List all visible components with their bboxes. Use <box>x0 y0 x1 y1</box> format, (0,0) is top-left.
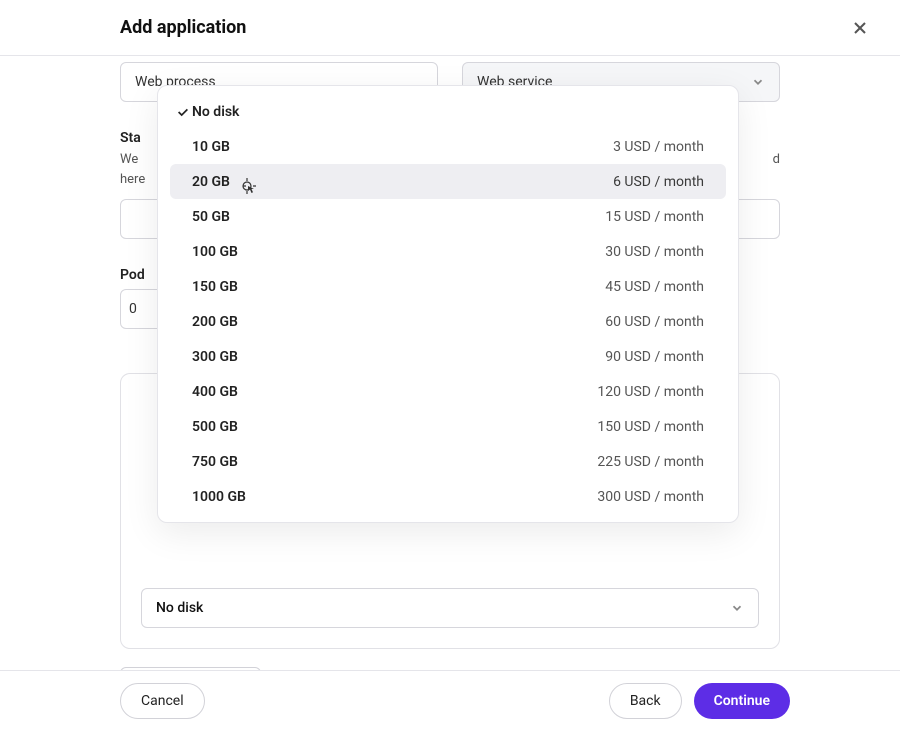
disk-option-price: 150 USD / month <box>597 419 704 435</box>
disk-option-size: 1000 GB <box>192 489 246 505</box>
disk-option-price: 90 USD / month <box>605 349 704 365</box>
disk-size-select[interactable]: No disk <box>141 588 759 628</box>
disk-option[interactable]: 10 GB 3 USD / month <box>170 129 726 164</box>
dialog-header: Add application <box>0 0 900 56</box>
disk-option-price: 120 USD / month <box>597 384 704 400</box>
continue-label: Continue <box>714 693 770 709</box>
disk-option[interactable]: 400 GB 120 USD / month <box>170 374 726 409</box>
disk-option[interactable]: 100 GB 30 USD / month <box>170 234 726 269</box>
disk-option-size: 200 GB <box>192 314 238 330</box>
disk-option[interactable]: 1000 GB 300 USD / month <box>170 479 726 514</box>
continue-button[interactable]: Continue <box>694 683 790 719</box>
disk-option-price: 3 USD / month <box>613 139 704 155</box>
chevron-down-icon <box>730 601 744 615</box>
disk-option-size: 100 GB <box>192 244 238 260</box>
disk-option[interactable]: 500 GB 150 USD / month <box>170 409 726 444</box>
disk-option-price: 45 USD / month <box>605 279 704 295</box>
disk-size-value: No disk <box>156 600 203 616</box>
disk-option-size: 20 GB <box>192 174 230 190</box>
disk-option-price: 60 USD / month <box>605 314 704 330</box>
close-button[interactable] <box>848 16 872 40</box>
disk-option[interactable]: 200 GB 60 USD / month <box>170 304 726 339</box>
disk-option-price: 15 USD / month <box>605 209 704 225</box>
disk-option-size: 50 GB <box>192 209 230 225</box>
disk-option[interactable]: 750 GB 225 USD / month <box>170 444 726 479</box>
disk-size-dropdown[interactable]: No disk 10 GB 3 USD / month 20 GB 6 USD / mo… <box>157 85 739 523</box>
disk-option-size: No disk <box>192 104 239 120</box>
start-command-helper-line1: We <box>120 150 145 170</box>
check-icon <box>176 105 190 119</box>
disk-option-size: 300 GB <box>192 349 238 365</box>
disk-option-price: 6 USD / month <box>613 174 704 190</box>
disk-option[interactable]: 150 GB 45 USD / month <box>170 269 726 304</box>
dialog-title: Add application <box>120 17 246 38</box>
chevron-down-icon <box>751 75 765 89</box>
bottom-bar: Cancel Back Continue <box>0 670 900 730</box>
disk-option-size: 150 GB <box>192 279 238 295</box>
start-command-helper-right: d <box>773 150 780 189</box>
disk-option-size: 10 GB <box>192 139 230 155</box>
disk-option-size: 400 GB <box>192 384 238 400</box>
back-label: Back <box>630 693 661 709</box>
cancel-button[interactable]: Cancel <box>120 683 205 719</box>
disk-option[interactable]: 300 GB 90 USD / month <box>170 339 726 374</box>
disk-option-size: 750 GB <box>192 454 238 470</box>
disk-option-size: 500 GB <box>192 419 238 435</box>
cancel-label: Cancel <box>141 693 184 709</box>
disk-option[interactable]: No disk <box>170 94 726 129</box>
disk-option[interactable]: 20 GB 6 USD / month <box>170 164 726 199</box>
back-button[interactable]: Back <box>609 683 682 719</box>
close-icon <box>852 20 868 36</box>
disk-option-price: 300 USD / month <box>597 489 704 505</box>
disk-option-price: 225 USD / month <box>597 454 704 470</box>
disk-option[interactable]: 50 GB 15 USD / month <box>170 199 726 234</box>
start-command-helper-line2: here <box>120 170 145 190</box>
disk-option-price: 30 USD / month <box>605 244 704 260</box>
